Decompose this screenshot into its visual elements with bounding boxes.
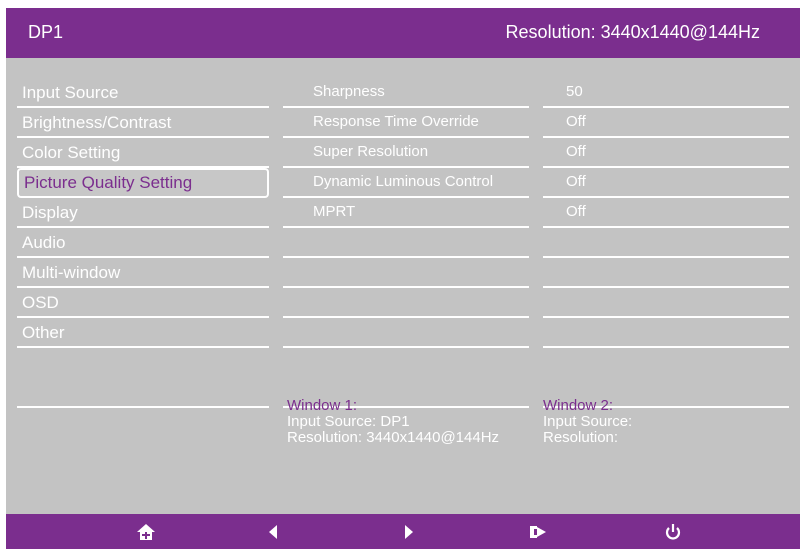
current-resolution: Resolution: 3440x1440@144Hz	[505, 22, 760, 42]
value-empty-row	[543, 288, 789, 318]
window-1-input: Input Source: DP1	[287, 413, 410, 430]
value-mprt[interactable]: Off	[543, 198, 789, 228]
menu-item-label: Multi-window	[22, 263, 121, 282]
menu-spacer	[17, 348, 269, 378]
setting-value: Off	[566, 113, 586, 130]
setting-label: Response Time Override	[313, 113, 479, 130]
main-menu: Input Source Brightness/Contrast Color S…	[17, 78, 269, 408]
value-super-resolution[interactable]: Off	[543, 138, 789, 168]
menu-item-picture-quality-setting[interactable]: Picture Quality Setting	[17, 168, 269, 198]
menu-empty-row	[17, 378, 269, 408]
menu-item-label: Other	[22, 323, 65, 342]
value-response-time-override[interactable]: Off	[543, 108, 789, 138]
menu-item-audio[interactable]: Audio	[17, 228, 269, 258]
osd-footer	[6, 514, 800, 549]
value-empty-row	[543, 258, 789, 288]
menu-item-label: Audio	[22, 233, 66, 252]
menu-item-label: Display	[22, 203, 78, 222]
setting-value: Off	[566, 143, 586, 160]
setting-super-resolution[interactable]: Super Resolution	[283, 138, 529, 168]
exit-icon[interactable]	[528, 523, 548, 541]
home-icon[interactable]	[136, 523, 156, 541]
value-spacer	[543, 348, 789, 378]
setting-dynamic-luminous-control[interactable]: Dynamic Luminous Control	[283, 168, 529, 198]
menu-item-multi-window[interactable]: Multi-window	[17, 258, 269, 288]
menu-item-osd[interactable]: OSD	[17, 288, 269, 318]
setting-empty-row	[283, 258, 529, 288]
setting-value: 50	[566, 83, 583, 100]
power-icon[interactable]	[663, 523, 683, 541]
value-empty-row	[543, 228, 789, 258]
menu-item-input-source[interactable]: Input Source	[17, 78, 269, 108]
window-1-info: Window 1: Input Source: DP1 Resolution: …	[287, 398, 499, 446]
menu-item-label: Input Source	[22, 83, 119, 102]
setting-empty-row	[283, 288, 529, 318]
osd-panel: DP1 Resolution: 3440x1440@144Hz Input So…	[6, 8, 800, 549]
settings-list: Sharpness Response Time Override Super R…	[283, 78, 529, 408]
menu-item-other[interactable]: Other	[17, 318, 269, 348]
setting-label: Dynamic Luminous Control	[313, 173, 494, 190]
setting-label: Super Resolution	[313, 143, 429, 160]
menu-item-label: Brightness/Contrast	[22, 113, 172, 132]
window-1-title: Window 1:	[287, 397, 358, 414]
window-1-resolution: Resolution: 3440x1440@144Hz	[287, 429, 500, 446]
setting-response-time-override[interactable]: Response Time Override	[283, 108, 529, 138]
setting-label: MPRT	[313, 203, 356, 220]
value-sharpness[interactable]: 50	[543, 78, 789, 108]
menu-item-display[interactable]: Display	[17, 198, 269, 228]
menu-item-label: Picture Quality Setting	[24, 173, 193, 192]
menu-item-label: OSD	[22, 293, 59, 312]
value-empty-row	[543, 318, 789, 348]
window-2-info: Window 2: Input Source: Resolution:	[543, 398, 632, 446]
osd-header: DP1 Resolution: 3440x1440@144Hz	[6, 8, 800, 58]
setting-value: Off	[566, 203, 586, 220]
setting-empty-row	[283, 318, 529, 348]
window-2-input: Input Source:	[543, 413, 633, 430]
setting-sharpness[interactable]: Sharpness	[283, 78, 529, 108]
menu-item-brightness-contrast[interactable]: Brightness/Contrast	[17, 108, 269, 138]
values-list: 50 Off Off Off Off	[543, 78, 789, 408]
right-arrow-icon[interactable]	[398, 523, 418, 541]
menu-item-label: Color Setting	[22, 143, 121, 162]
setting-label: Sharpness	[313, 83, 385, 100]
left-arrow-icon[interactable]	[264, 523, 284, 541]
menu-item-color-setting[interactable]: Color Setting	[17, 138, 269, 168]
window-2-title: Window 2:	[543, 397, 614, 414]
setting-spacer	[283, 348, 529, 378]
current-input: DP1	[28, 22, 64, 42]
setting-value: Off	[566, 173, 586, 190]
window-2-resolution: Resolution:	[543, 429, 619, 446]
value-dynamic-luminous-control[interactable]: Off	[543, 168, 789, 198]
setting-mprt[interactable]: MPRT	[283, 198, 529, 228]
setting-empty-row	[283, 228, 529, 258]
